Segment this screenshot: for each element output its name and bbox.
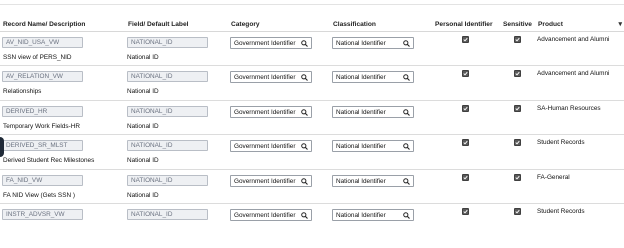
table-row: INSTR_ADVSR_VW NATIONAL_ID Government Iden… (0, 204, 624, 238)
record-name-field: INSTR_ADVSR_VW (2, 208, 83, 220)
classification-value: National Identifier (336, 108, 386, 116)
sensitive-checkbox[interactable] (514, 173, 521, 181)
product-name: Advancement and Alumni (537, 70, 610, 78)
search-icon[interactable] (403, 108, 410, 116)
product-name: Student Records (537, 139, 585, 147)
record-name-field: AV_NID_USA_VW (2, 37, 83, 48)
category-value: Government Identifier (234, 177, 296, 185)
category-prompt[interactable]: Government Identifier (230, 208, 312, 221)
col-header-product[interactable]: Product (538, 21, 563, 28)
top-divider (0, 0, 624, 5)
category-prompt[interactable]: Government Identifier (230, 140, 312, 153)
field-name-field: NATIONAL_ID (127, 174, 208, 186)
default-label: National ID (127, 54, 159, 61)
search-icon[interactable] (403, 74, 410, 82)
col-header-personal-identifier[interactable]: Personal Identifier (435, 21, 493, 28)
classification-value: National Identifier (336, 40, 386, 47)
personal-identifier-checkbox[interactable] (462, 104, 469, 112)
record-name-field: AV_RELATION_VW (2, 71, 83, 83)
classification-value: National Identifier (336, 74, 386, 82)
product-name: Advancement and Alumni (537, 36, 610, 43)
default-label: National ID (127, 88, 159, 96)
search-icon[interactable] (403, 40, 410, 47)
table-row: DERIVED_HR Temporary Work Fields-HR NATION… (0, 101, 624, 136)
sensitive-checkbox[interactable] (514, 139, 521, 147)
classification-prompt[interactable]: National Identifier (332, 140, 414, 153)
record-description: Derived Student Rec Milestones (3, 157, 95, 165)
search-icon[interactable] (403, 177, 410, 185)
search-icon[interactable] (301, 143, 308, 151)
category-prompt[interactable]: Government Identifier (230, 37, 312, 49)
personal-identifier-checkbox[interactable] (462, 139, 469, 147)
sensitive-checkbox[interactable] (514, 104, 521, 112)
default-label: National ID (127, 122, 159, 130)
search-icon[interactable] (301, 74, 308, 82)
search-icon[interactable] (301, 40, 308, 47)
field-name-field: NATIONAL_ID (127, 37, 208, 48)
sensitive-checkbox[interactable] (514, 70, 521, 78)
grid-body: AV_NID_USA_VW SSN view of PERS_NID NATIONA… (0, 32, 624, 238)
category-prompt[interactable]: Government Identifier (230, 174, 312, 187)
field-name-field: NATIONAL_ID (127, 208, 208, 220)
category-prompt[interactable]: Government Identifier (230, 71, 312, 84)
record-name-field: FA_NID_VW (2, 174, 83, 186)
record-description: SSN view of PERS_NID (3, 54, 72, 61)
table-row: FA_NID_VW FA NID View (Gets SSN ) NATIONAL… (0, 170, 624, 204)
search-icon[interactable] (403, 143, 410, 151)
table-row: AV_NID_USA_VW SSN view of PERS_NID NATIONA… (0, 32, 624, 67)
category-value: Government Identifier (234, 40, 296, 47)
classification-prompt[interactable]: National Identifier (332, 174, 414, 187)
search-icon[interactable] (301, 108, 308, 116)
category-value: Government Identifier (234, 108, 296, 116)
product-name: Student Records (537, 207, 585, 215)
category-prompt[interactable]: Government Identifier (230, 105, 312, 118)
record-description: Relationships (3, 88, 42, 96)
category-value: Government Identifier (234, 74, 296, 82)
search-icon[interactable] (403, 212, 410, 219)
classification-prompt[interactable]: National Identifier (332, 37, 414, 49)
col-header-classification[interactable]: Classification (333, 21, 376, 28)
grid-header: Record Name/ Description Field/ Default … (0, 18, 624, 32)
col-header-category[interactable]: Category (231, 21, 260, 28)
default-label: National ID (127, 157, 159, 165)
field-name-field: NATIONAL_ID (127, 71, 208, 83)
default-label: National ID (127, 191, 159, 199)
table-row: DERIVED_SR_MLST Derived Student Rec Miles… (0, 135, 624, 170)
record-description: Temporary Work Fields-HR (3, 122, 80, 130)
personal-identifier-checkbox[interactable] (462, 207, 469, 215)
sensitive-checkbox[interactable] (514, 36, 521, 43)
field-name-field: NATIONAL_ID (127, 140, 208, 152)
record-name-field: DERIVED_HR (2, 105, 83, 117)
sensitive-checkbox[interactable] (514, 207, 521, 215)
personal-identifier-checkbox[interactable] (462, 36, 469, 43)
classification-value: National Identifier (336, 143, 386, 151)
product-name: FA-General (537, 173, 570, 181)
category-value: Government Identifier (234, 143, 296, 151)
field-name-field: NATIONAL_ID (127, 105, 208, 117)
side-panel-handle[interactable] (0, 137, 4, 157)
record-description: FA NID View (Gets SSN ) (3, 191, 75, 199)
category-value: Government Identifier (234, 211, 296, 219)
col-header-sensitive[interactable]: Sensitive (503, 21, 532, 28)
classification-value: National Identifier (336, 211, 386, 219)
personal-identifier-checkbox[interactable] (462, 70, 469, 78)
product-name: SA-Human Resources (537, 104, 601, 112)
record-name-field: DERIVED_SR_MLST (2, 140, 83, 152)
chevron-down-icon[interactable]: ▾ (618, 20, 622, 28)
classification-prompt[interactable]: National Identifier (332, 71, 414, 84)
search-icon[interactable] (301, 212, 308, 219)
data-grid: Record Name/ Description Field/ Default … (0, 18, 624, 238)
col-header-field[interactable]: Field/ Default Label (128, 21, 188, 28)
col-header-record[interactable]: Record Name/ Description (3, 21, 85, 28)
classification-prompt[interactable]: National Identifier (332, 105, 414, 118)
table-row: AV_RELATION_VW Relationships NATIONAL_ID Na… (0, 66, 624, 101)
personal-identifier-checkbox[interactable] (462, 173, 469, 181)
classification-value: National Identifier (336, 177, 386, 185)
classification-prompt[interactable]: National Identifier (332, 208, 414, 221)
search-icon[interactable] (301, 177, 308, 185)
